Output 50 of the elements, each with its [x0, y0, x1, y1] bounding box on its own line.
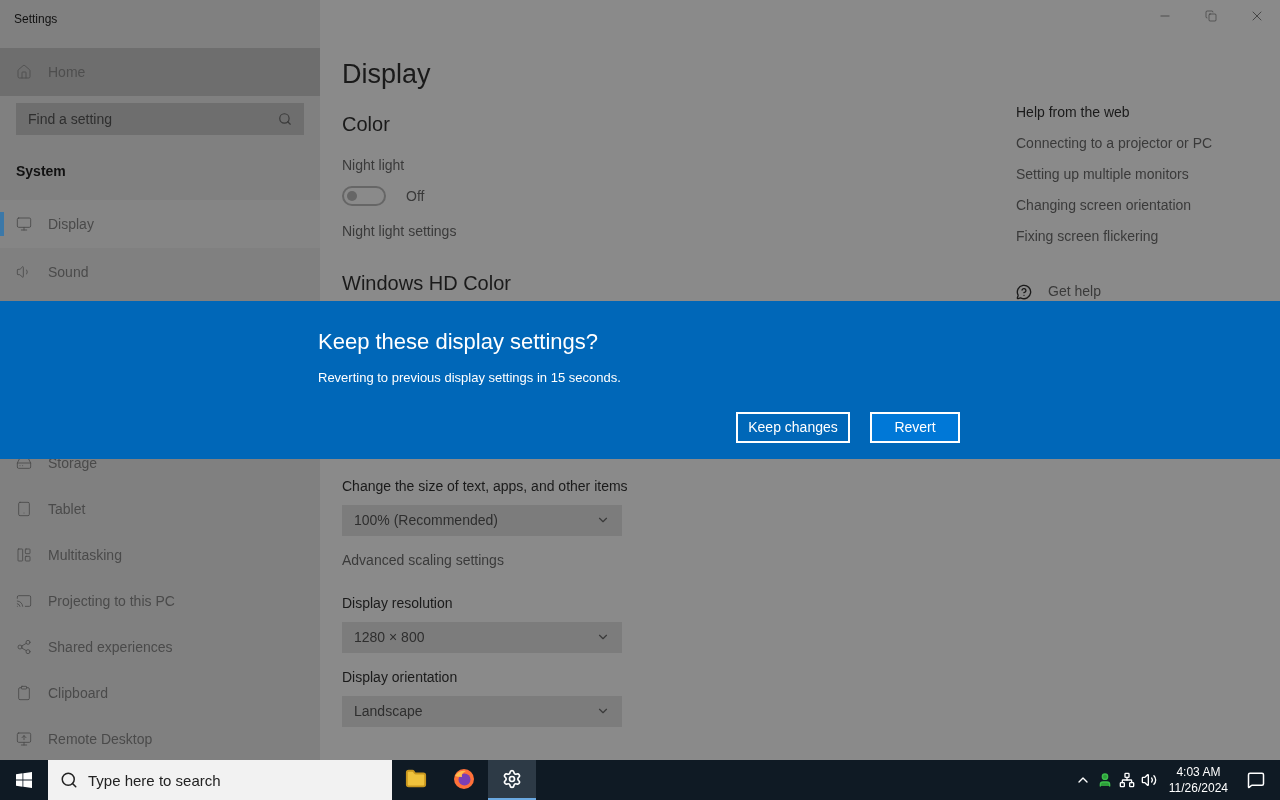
- dialog-message: Reverting to previous display settings in 15 seconds.: [318, 369, 622, 387]
- settings-link[interactable]: Night light settings: [342, 220, 457, 242]
- dialog-button[interactable]: Revert: [870, 411, 960, 443]
- volume-icon[interactable]: [1140, 772, 1157, 788]
- home-icon: [16, 64, 32, 80]
- window-title: Settings: [14, 11, 58, 28]
- tablet-icon: [16, 501, 32, 517]
- help-link[interactable]: Setting up multiple monitors: [1016, 164, 1189, 185]
- dropdown[interactable]: 1280 × 800: [342, 621, 622, 653]
- help-icon: [1016, 283, 1032, 300]
- help-heading: Help from the web: [1016, 103, 1130, 122]
- panels-icon: [16, 547, 32, 563]
- get-help-link[interactable]: Get help: [1048, 281, 1101, 302]
- page-title: Display: [342, 58, 431, 91]
- remote-desktop-icon: [16, 731, 32, 747]
- dialog-title: Keep these display settings?: [318, 328, 600, 356]
- clipboard-icon: [16, 685, 32, 701]
- search-icon: [278, 112, 292, 126]
- nav-item[interactable]: Display: [0, 200, 320, 248]
- toggle-state: Off: [406, 186, 425, 206]
- taskbar-search-field[interactable]: Type here to search: [48, 760, 392, 800]
- dropdown[interactable]: Landscape: [342, 695, 622, 727]
- setting-label: Night light: [342, 155, 405, 175]
- firefox-icon: [453, 768, 475, 790]
- clock[interactable]: 4:03 AM 11/26/2024: [1164, 764, 1232, 796]
- restore-icon: [1205, 10, 1217, 22]
- monitor-icon: [16, 216, 32, 232]
- toggle-switch[interactable]: [342, 186, 386, 206]
- setting-label: Change the size of text, apps, and other items: [342, 476, 628, 496]
- setting-label: Display orientation: [342, 667, 458, 687]
- section-heading: Windows HD Color: [342, 270, 511, 296]
- help-link[interactable]: Fixing screen flickering: [1016, 226, 1159, 247]
- taskbar-app-button[interactable]: [488, 760, 536, 800]
- dialog-button[interactable]: Keep changes: [736, 411, 850, 443]
- cast-icon: [16, 593, 32, 609]
- notification-icon: [1247, 771, 1265, 789]
- folder-icon: [405, 768, 427, 790]
- help-link[interactable]: Connecting to a projector or PC: [1016, 133, 1213, 154]
- windows-logo-icon: [16, 772, 32, 788]
- search-icon: [60, 771, 78, 789]
- dropdown[interactable]: 100% (Recommended): [342, 504, 622, 536]
- search-field[interactable]: Find a setting: [16, 103, 304, 135]
- settings-link[interactable]: Advanced scaling settings: [342, 549, 504, 571]
- share-icon: [16, 639, 32, 655]
- settings-icon: [502, 769, 522, 789]
- help-link[interactable]: Changing screen orientation: [1016, 195, 1192, 216]
- section-heading: Color: [342, 111, 390, 137]
- network-icon[interactable]: [1118, 772, 1135, 788]
- setting-label: Display resolution: [342, 593, 453, 613]
- section-heading: System: [16, 163, 66, 179]
